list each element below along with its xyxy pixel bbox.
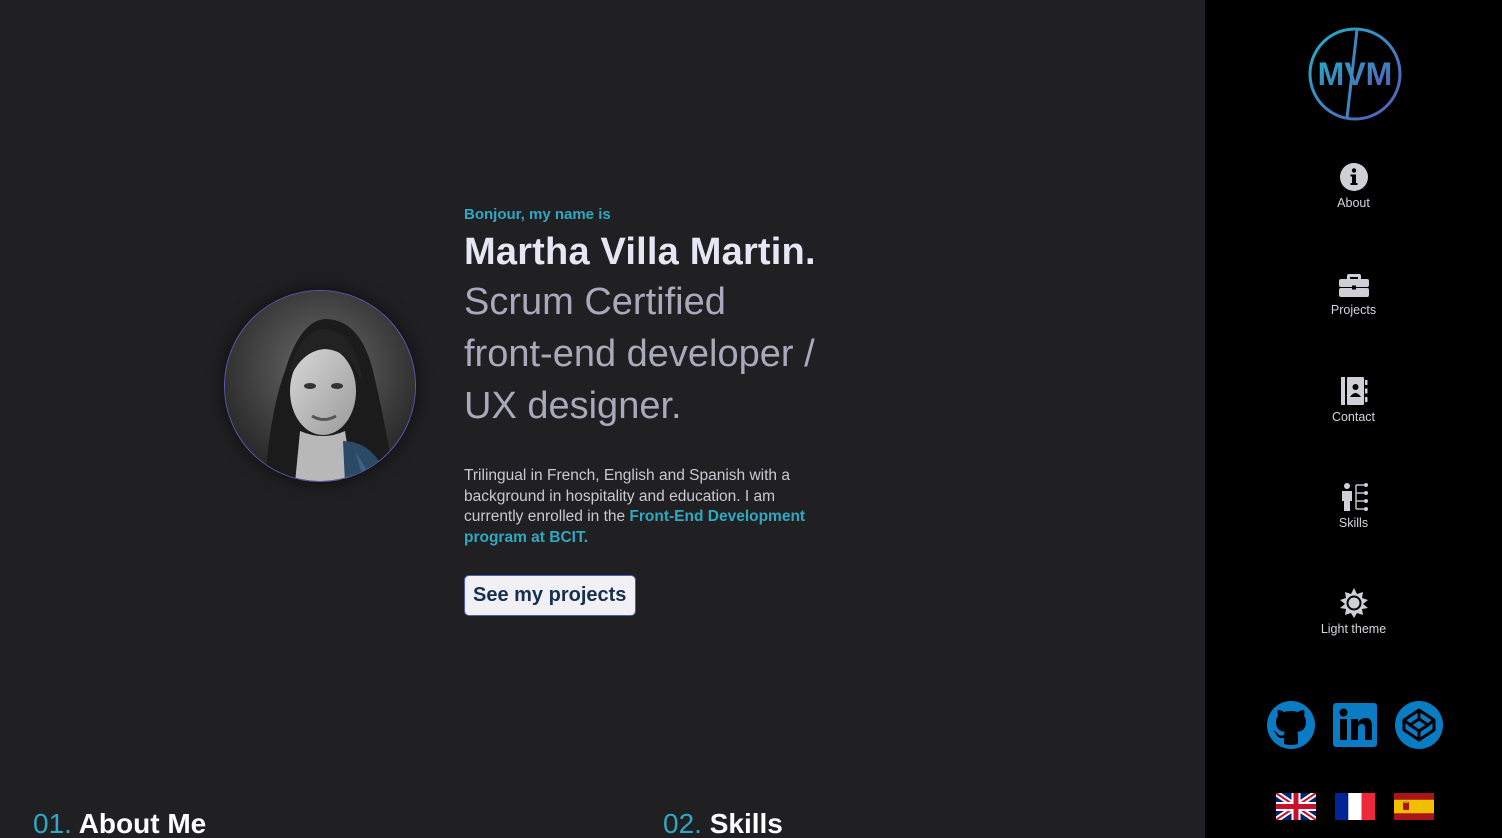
section-heading-skills: 02. Skills bbox=[663, 806, 783, 838]
sidebar: MVM About Projects Contact Skills Light … bbox=[1205, 0, 1502, 838]
skills-tree-icon bbox=[1341, 483, 1368, 511]
profile-photo bbox=[224, 290, 416, 482]
page: Bonjour, my name is Martha Villa Martin.… bbox=[0, 0, 1502, 838]
section-heading-about: 01. About Me bbox=[33, 806, 206, 838]
briefcase-icon bbox=[1338, 274, 1369, 297]
nav-light-theme[interactable]: Light theme bbox=[1205, 588, 1502, 637]
nav-contact[interactable]: Contact bbox=[1205, 376, 1502, 425]
nav-label: Light theme bbox=[1320, 622, 1387, 636]
bio-paragraph: Trilingual in French, English and Spanis… bbox=[464, 466, 814, 549]
greeting-text: Bonjour, my name is bbox=[464, 206, 611, 223]
nav-label: About bbox=[1337, 196, 1370, 210]
section-title: Skills bbox=[709, 808, 783, 838]
language-english[interactable] bbox=[1276, 793, 1316, 820]
info-icon bbox=[1339, 163, 1368, 191]
role-line-1: Scrum Certified bbox=[464, 281, 726, 323]
spain-flag-icon bbox=[1394, 793, 1434, 820]
section-title: About Me bbox=[78, 808, 207, 838]
full-name-heading: Martha Villa Martin. bbox=[464, 231, 816, 273]
nav-label: Contact bbox=[1331, 410, 1376, 424]
address-book-icon bbox=[1340, 377, 1367, 405]
section-number: 01. bbox=[33, 808, 72, 838]
nav-projects[interactable]: Projects bbox=[1205, 269, 1502, 318]
nav-skills[interactable]: Skills bbox=[1205, 482, 1502, 531]
language-french[interactable] bbox=[1335, 793, 1375, 820]
github-icon bbox=[1267, 701, 1315, 749]
uk-flag-icon bbox=[1276, 793, 1316, 820]
language-spanish[interactable] bbox=[1394, 793, 1434, 820]
nav-label: Projects bbox=[1330, 303, 1377, 317]
role-line-3: UX designer. bbox=[464, 385, 682, 427]
linkedin-icon bbox=[1333, 703, 1377, 747]
france-flag-icon bbox=[1335, 793, 1375, 820]
mvm-logo[interactable]: MVM bbox=[1308, 27, 1402, 121]
linkedin-link[interactable] bbox=[1330, 700, 1380, 750]
sun-icon bbox=[1339, 588, 1368, 618]
nav-about[interactable]: About bbox=[1205, 162, 1502, 211]
intro-block: Bonjour, my name is Martha Villa Martin.… bbox=[464, 205, 844, 616]
role-line-2: front-end developer / bbox=[464, 333, 815, 375]
nav-label: Skills bbox=[1338, 516, 1369, 530]
codepen-icon bbox=[1395, 701, 1443, 749]
section-number: 02. bbox=[663, 808, 702, 838]
main-content: Bonjour, my name is Martha Villa Martin.… bbox=[0, 0, 1205, 838]
github-link[interactable] bbox=[1266, 700, 1316, 750]
see-projects-button[interactable]: See my projects bbox=[464, 574, 637, 616]
codepen-link[interactable] bbox=[1394, 700, 1444, 750]
logo-text: MVM bbox=[1318, 56, 1393, 92]
